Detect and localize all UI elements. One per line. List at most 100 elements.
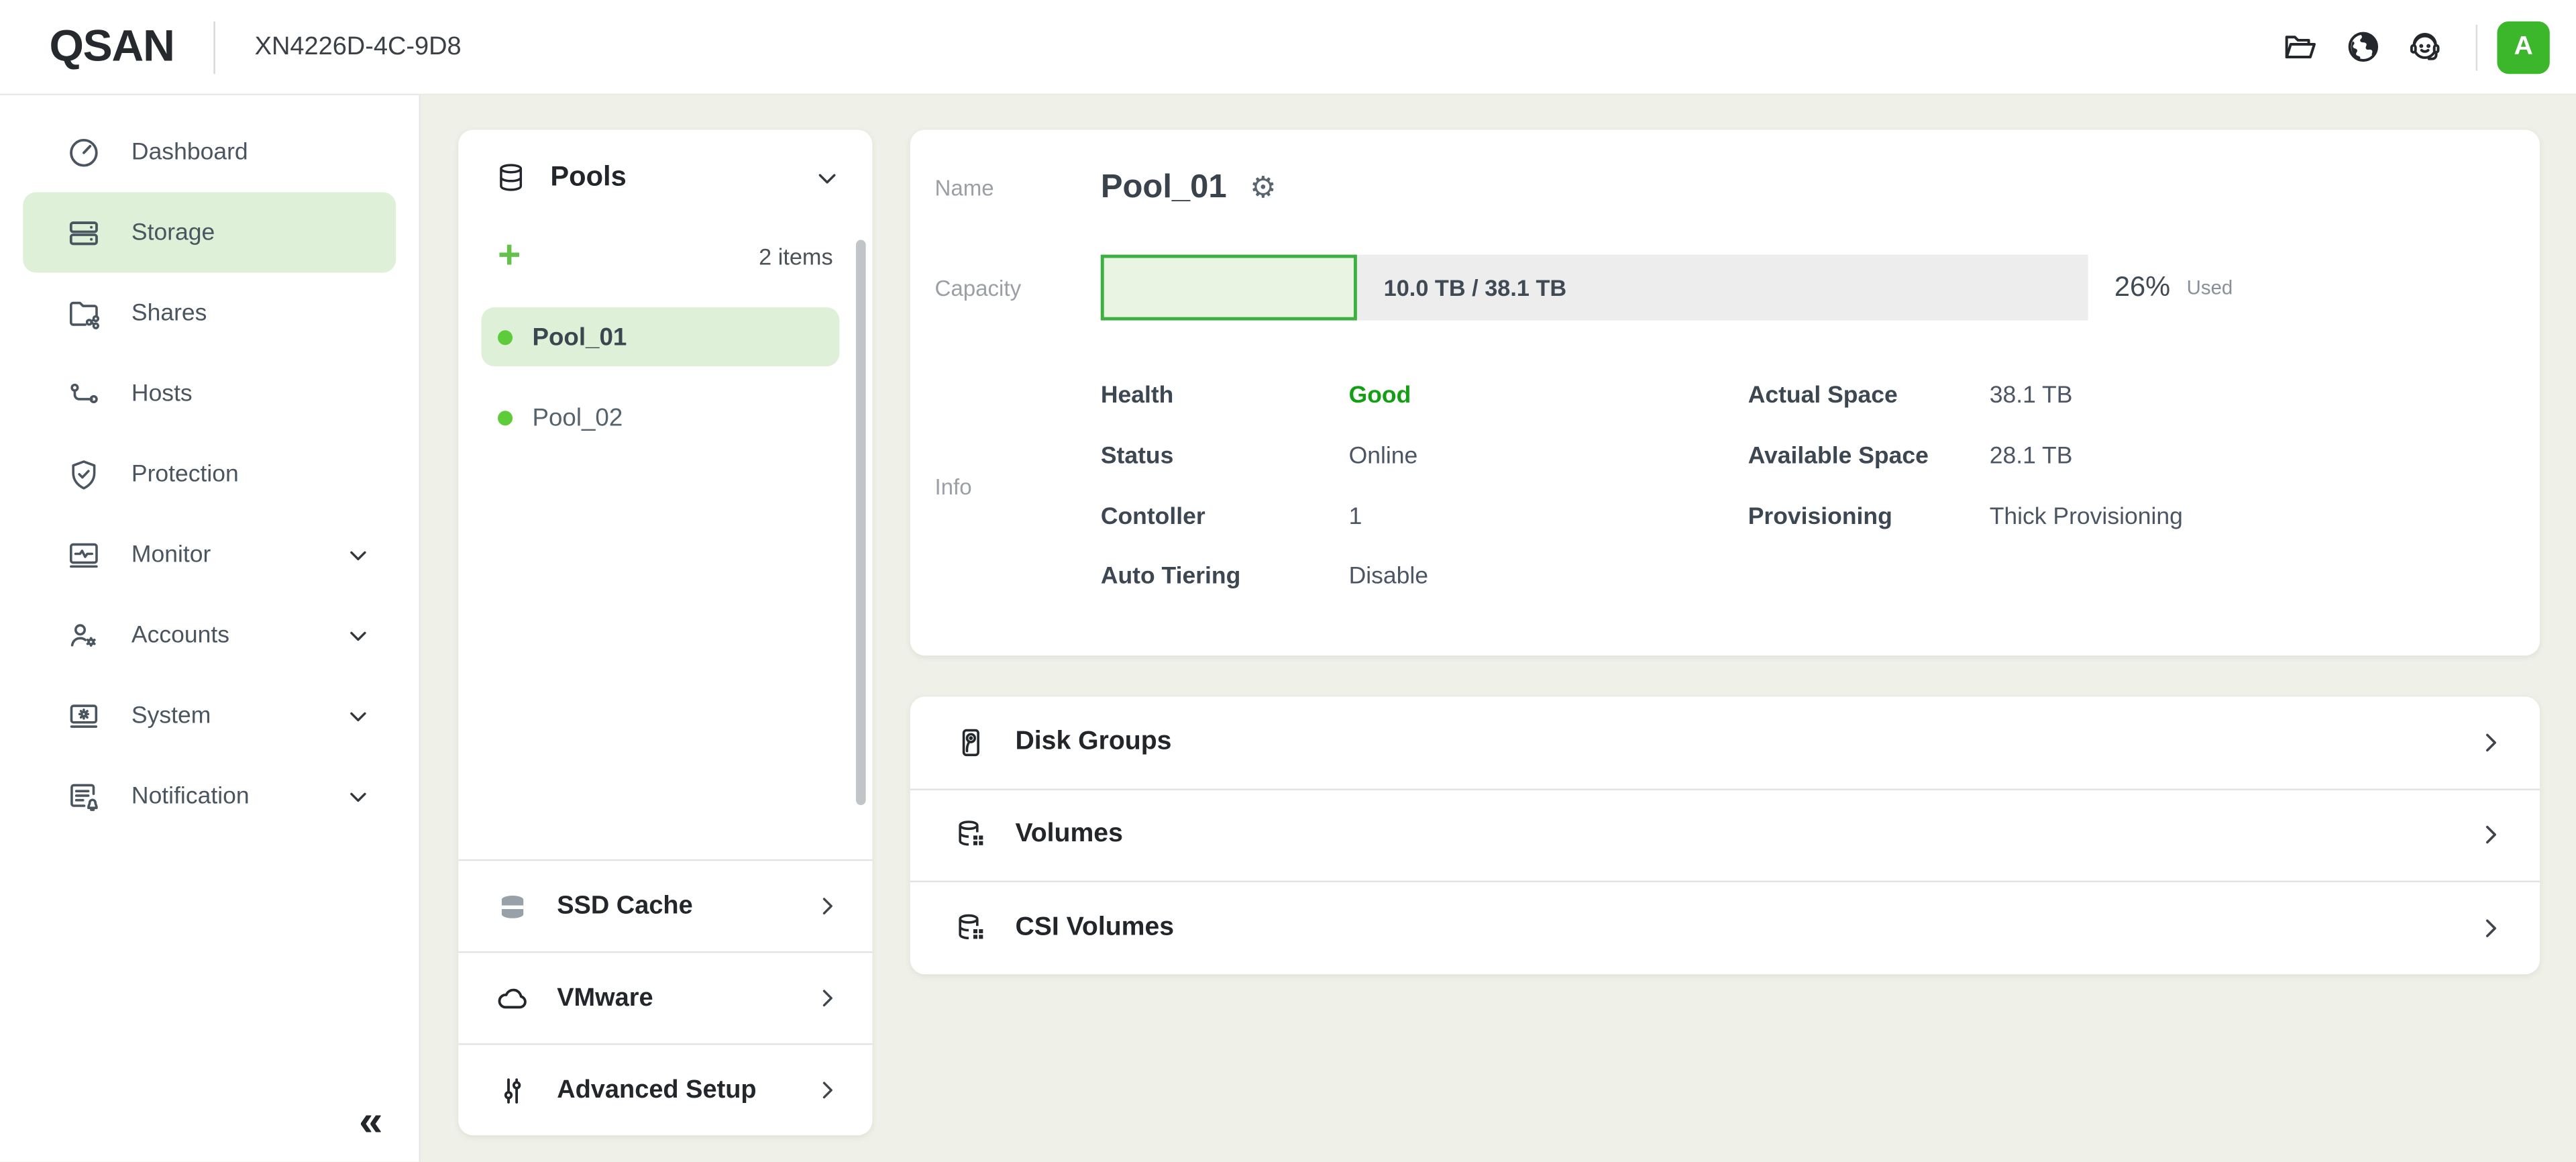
available-space-value: 28.1 TB xyxy=(1990,443,2073,470)
vmware-link[interactable]: VMware xyxy=(458,951,872,1043)
pool-detail-card: Name Pool_01 ⚙ Capacity 10.0 TB / 38.1 T… xyxy=(910,129,2540,655)
sidebar-item-monitor[interactable]: Monitor xyxy=(23,515,396,595)
sidebar-item-label: Hosts xyxy=(131,380,193,407)
pools-header[interactable]: Pools xyxy=(458,129,872,218)
sidebar-item-label: Protection xyxy=(131,461,239,487)
chevron-down-icon xyxy=(347,543,370,566)
system-icon xyxy=(66,698,102,734)
pools-count: 2 items xyxy=(759,243,833,269)
language-button[interactable] xyxy=(2331,15,2394,78)
sidebar-item-label: Monitor xyxy=(131,541,211,568)
sidebar-item-label: Notification xyxy=(131,783,250,809)
sliders-icon xyxy=(494,1072,531,1108)
protection-icon xyxy=(66,456,102,492)
volumes-icon xyxy=(953,910,989,947)
ssd-cache-link[interactable]: SSD Cache xyxy=(458,859,872,951)
info-key: Available Space xyxy=(1748,443,1990,470)
shares-icon xyxy=(66,295,102,331)
capacity-text: 10.0 TB / 38.1 TB xyxy=(1384,255,1567,321)
pool-list: Pool_01 Pool_02 xyxy=(458,294,872,859)
support-button[interactable] xyxy=(2394,15,2456,78)
capacity-used-label: Used xyxy=(2187,276,2233,299)
hosts-icon xyxy=(66,376,102,412)
auto-tiering-value: Disable xyxy=(1349,564,1428,590)
actual-space-value: 38.1 TB xyxy=(1990,383,2073,409)
sidebar-item-storage[interactable]: Storage xyxy=(23,193,396,273)
pool-status-dot xyxy=(498,410,513,425)
disk-groups-label: Disk Groups xyxy=(1015,727,1171,757)
info-row-available-space: Available Space 28.1 TB xyxy=(1748,427,2540,487)
monitor-icon xyxy=(66,537,102,573)
capacity-row: Capacity 10.0 TB / 38.1 TB 26% Used xyxy=(910,255,2540,321)
info-label: Info xyxy=(910,474,1101,499)
user-avatar[interactable]: A xyxy=(2497,21,2549,73)
capacity-percent: 26% xyxy=(2114,271,2170,304)
storage-icon xyxy=(66,215,102,251)
collapse-sidebar-button[interactable]: « xyxy=(359,1100,382,1143)
pool-name-row: Name Pool_01 ⚙ xyxy=(910,160,2540,215)
vmware-label: VMware xyxy=(557,984,653,1013)
controller-value: 1 xyxy=(1349,504,1362,530)
info-key: Health xyxy=(1101,383,1349,409)
open-folder-icon xyxy=(2281,28,2318,66)
info-row-actual-space: Actual Space 38.1 TB xyxy=(1748,366,2540,427)
add-pool-button[interactable]: + xyxy=(498,237,521,276)
sidebar-item-hosts[interactable]: Hosts xyxy=(23,354,396,434)
sidebar-item-protection[interactable]: Protection xyxy=(23,434,396,515)
chevron-right-icon xyxy=(2477,822,2504,848)
chevron-right-icon xyxy=(815,986,840,1010)
chevron-down-icon[interactable] xyxy=(815,165,840,190)
sidebar-item-label: Shares xyxy=(131,300,207,326)
chevron-right-icon xyxy=(815,1078,840,1103)
info-column-right: Actual Space 38.1 TB Available Space 28.… xyxy=(1748,366,2540,607)
main-content: Pools + 2 items Pool_01 xyxy=(421,95,2576,1162)
dashboard-icon xyxy=(66,134,102,170)
info-columns: Health Good Status Online Contoller 1 xyxy=(1101,366,2540,607)
shell: Dashboard Storage xyxy=(0,95,2576,1162)
info-key: Auto Tiering xyxy=(1101,564,1349,590)
sidebar-item-dashboard[interactable]: Dashboard xyxy=(23,112,396,193)
app-window: QSAN XN4226D-4C-9D8 xyxy=(0,0,2576,1162)
ssd-cache-icon xyxy=(494,888,531,925)
notification-icon xyxy=(66,778,102,814)
advanced-setup-link[interactable]: Advanced Setup xyxy=(458,1043,872,1135)
pool-settings-gear-icon[interactable]: ⚙ xyxy=(1250,172,1277,202)
chevron-down-icon xyxy=(347,704,370,727)
pool-name: Pool_01 xyxy=(532,323,627,351)
globe-icon xyxy=(2343,28,2381,66)
csi-volumes-label: CSI Volumes xyxy=(1015,914,1174,943)
sidebar: Dashboard Storage xyxy=(0,95,421,1162)
pool-list-item[interactable]: Pool_02 xyxy=(482,388,840,447)
cloud-icon xyxy=(494,980,531,1016)
accounts-icon xyxy=(66,617,102,653)
qsan-logo: QSAN xyxy=(49,21,174,72)
pool-name-value: Pool_01 xyxy=(1101,168,1227,206)
sidebar-item-label: Accounts xyxy=(131,622,229,648)
pool-list-item[interactable]: Pool_01 xyxy=(482,307,840,366)
sidebar-item-label: System xyxy=(131,702,211,729)
topbar: QSAN XN4226D-4C-9D8 xyxy=(0,0,2576,95)
info-row-controller: Contoller 1 xyxy=(1101,487,1748,547)
info-row-auto-tiering: Auto Tiering Disable xyxy=(1101,547,1748,608)
csi-volumes-row[interactable]: CSI Volumes xyxy=(910,881,2540,974)
scrollbar-thumb[interactable] xyxy=(856,240,866,805)
capacity-label: Capacity xyxy=(910,275,1101,300)
file-explorer-button[interactable] xyxy=(2269,15,2331,78)
info-row-health: Health Good xyxy=(1101,366,1748,427)
sidebar-item-notification[interactable]: Notification xyxy=(23,756,396,837)
advanced-setup-label: Advanced Setup xyxy=(557,1075,756,1105)
name-label: Name xyxy=(910,175,1101,200)
info-key: Contoller xyxy=(1101,504,1349,530)
info-key: Status xyxy=(1101,443,1349,470)
volumes-row[interactable]: Volumes xyxy=(910,788,2540,882)
chevron-down-icon xyxy=(347,623,370,646)
pools-title: Pools xyxy=(550,161,626,194)
disk-groups-row[interactable]: Disk Groups xyxy=(910,696,2540,788)
provisioning-value: Thick Provisioning xyxy=(1990,504,2183,530)
sidebar-item-accounts[interactable]: Accounts xyxy=(23,595,396,676)
sidebar-item-system[interactable]: System xyxy=(23,676,396,756)
pools-panel: Pools + 2 items Pool_01 xyxy=(458,129,872,1135)
status-value: Online xyxy=(1349,443,1418,470)
chevron-down-icon xyxy=(347,784,370,807)
sidebar-item-shares[interactable]: Shares xyxy=(23,273,396,354)
